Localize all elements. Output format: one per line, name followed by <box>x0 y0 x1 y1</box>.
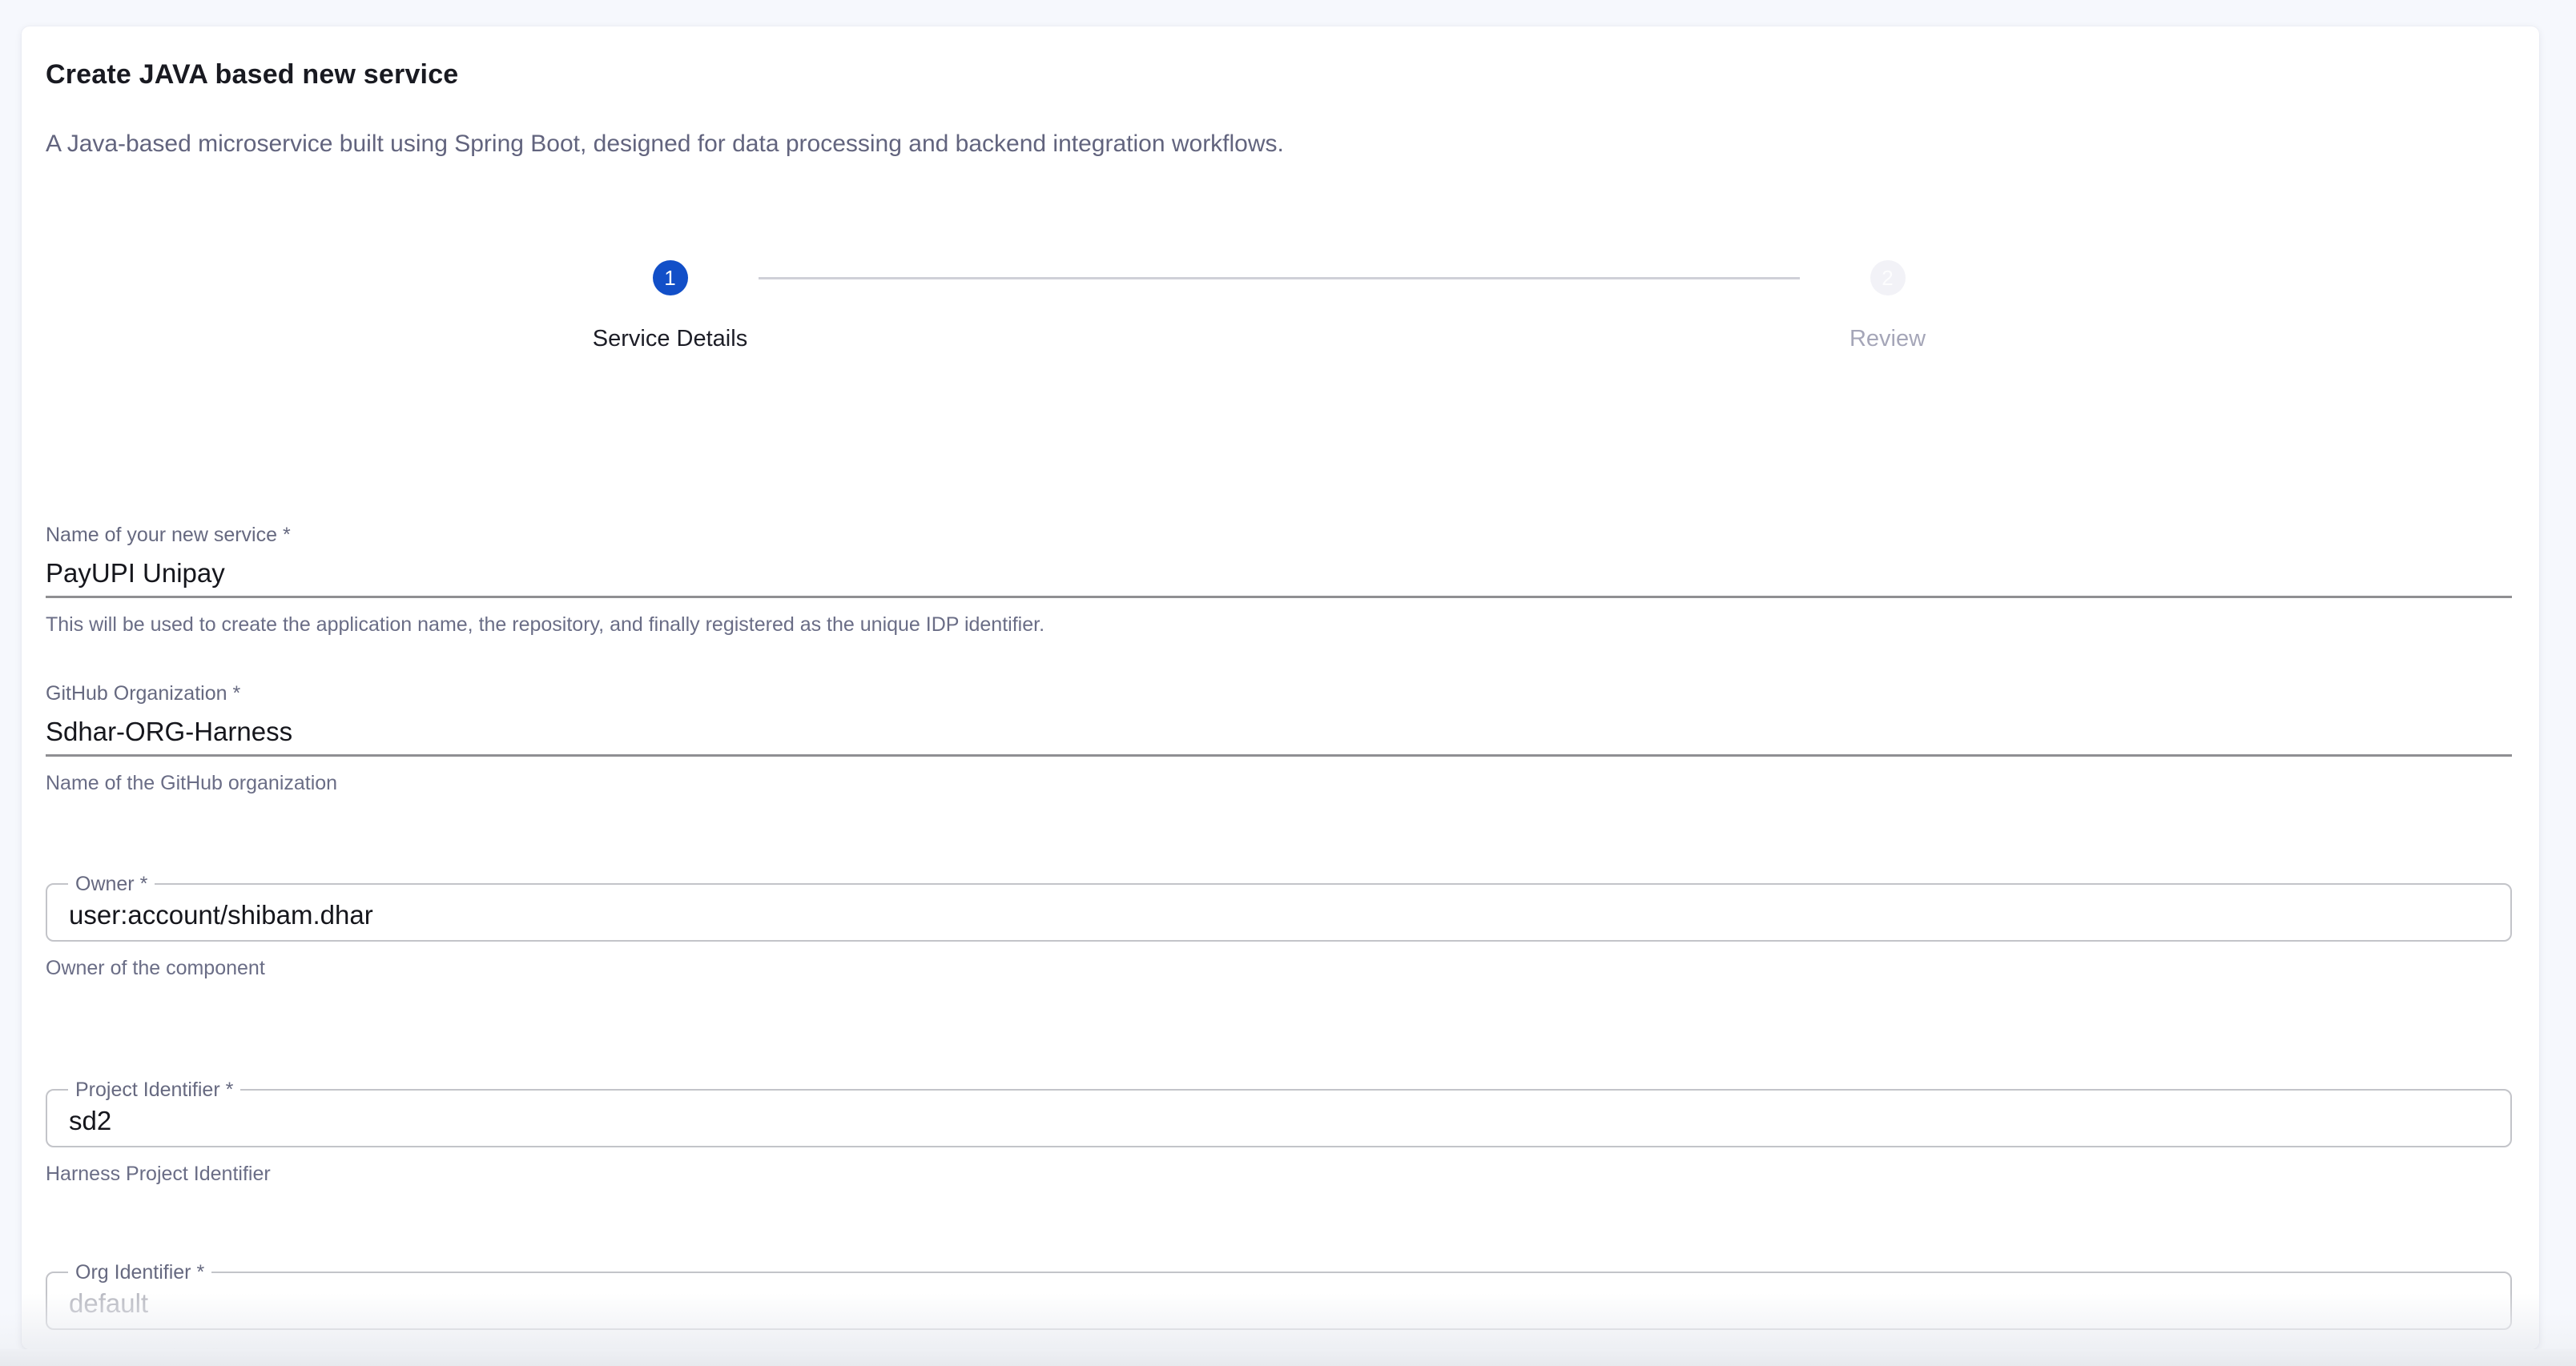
page-background: Create JAVA based new service A Java-bas… <box>0 0 2576 1366</box>
owner-label: Owner* <box>68 873 155 895</box>
github-organization-input[interactable] <box>46 705 2512 757</box>
bottom-band <box>0 1349 2576 1366</box>
step-1-number: 1 <box>664 266 675 291</box>
step-1-indicator: 1 <box>653 260 688 295</box>
owner-helper: Owner of the component <box>46 957 2512 980</box>
project-identifier-label: Project Identifier * <box>68 1079 240 1101</box>
stepper-connector <box>759 277 1800 279</box>
project-identifier-input-box: Project Identifier* <box>46 1089 2512 1147</box>
org-identifier-input-box: Org Identifier* <box>46 1272 2512 1330</box>
service-name-label: Name of your new service * <box>46 524 2512 547</box>
required-asterisk: * <box>226 1079 234 1101</box>
github-organization-label: GitHub Organization * <box>46 682 2512 705</box>
stepper-step-review[interactable]: 2 Review <box>1800 260 1976 352</box>
service-name-input[interactable] <box>46 547 2512 598</box>
step-1-label: Service Details <box>593 326 747 352</box>
required-asterisk: * <box>233 682 241 705</box>
field-org-identifier: Org Identifier* Harness org Identifier <box>46 1272 2512 1349</box>
step-2-number: 2 <box>1882 266 1893 291</box>
service-name-helper: This will be used to create the applicat… <box>46 613 2512 637</box>
owner-label-text: Owner <box>75 873 135 895</box>
org-identifier-label-text: Org Identifier <box>75 1261 191 1284</box>
github-organization-helper: Name of the GitHub organization <box>46 772 2512 795</box>
field-owner: Owner* Owner of the component <box>46 883 2512 980</box>
step-2-indicator: 2 <box>1870 260 1906 295</box>
service-name-label-text: Name of your new service <box>46 524 277 546</box>
required-asterisk: * <box>197 1261 205 1284</box>
create-service-card: Create JAVA based new service A Java-bas… <box>22 26 2539 1349</box>
field-service-name: Name of your new service * This will be u… <box>46 524 2512 637</box>
field-project-identifier: Project Identifier* Harness Project Iden… <box>46 1089 2512 1186</box>
github-organization-label-text: GitHub Organization <box>46 682 227 705</box>
stepper: 1 Service Details 2 Review <box>46 260 2512 352</box>
owner-input-box: Owner* <box>46 883 2512 942</box>
project-identifier-helper: Harness Project Identifier <box>46 1163 2512 1186</box>
required-asterisk: * <box>140 873 148 895</box>
stepper-step-service-details[interactable]: 1 Service Details <box>582 260 759 352</box>
owner-input[interactable] <box>47 885 2510 940</box>
project-identifier-label-text: Project Identifier <box>75 1079 220 1101</box>
field-github-organization: GitHub Organization * Name of the GitHub … <box>46 682 2512 795</box>
org-identifier-input[interactable] <box>47 1273 2510 1328</box>
step-2-label: Review <box>1849 326 1926 352</box>
org-identifier-label: Org Identifier * <box>68 1261 211 1284</box>
page-title: Create JAVA based new service <box>46 59 2512 90</box>
project-identifier-input[interactable] <box>47 1091 2510 1146</box>
required-asterisk: * <box>283 524 291 546</box>
page-subtitle: A Java-based microservice built using Sp… <box>46 131 2512 158</box>
